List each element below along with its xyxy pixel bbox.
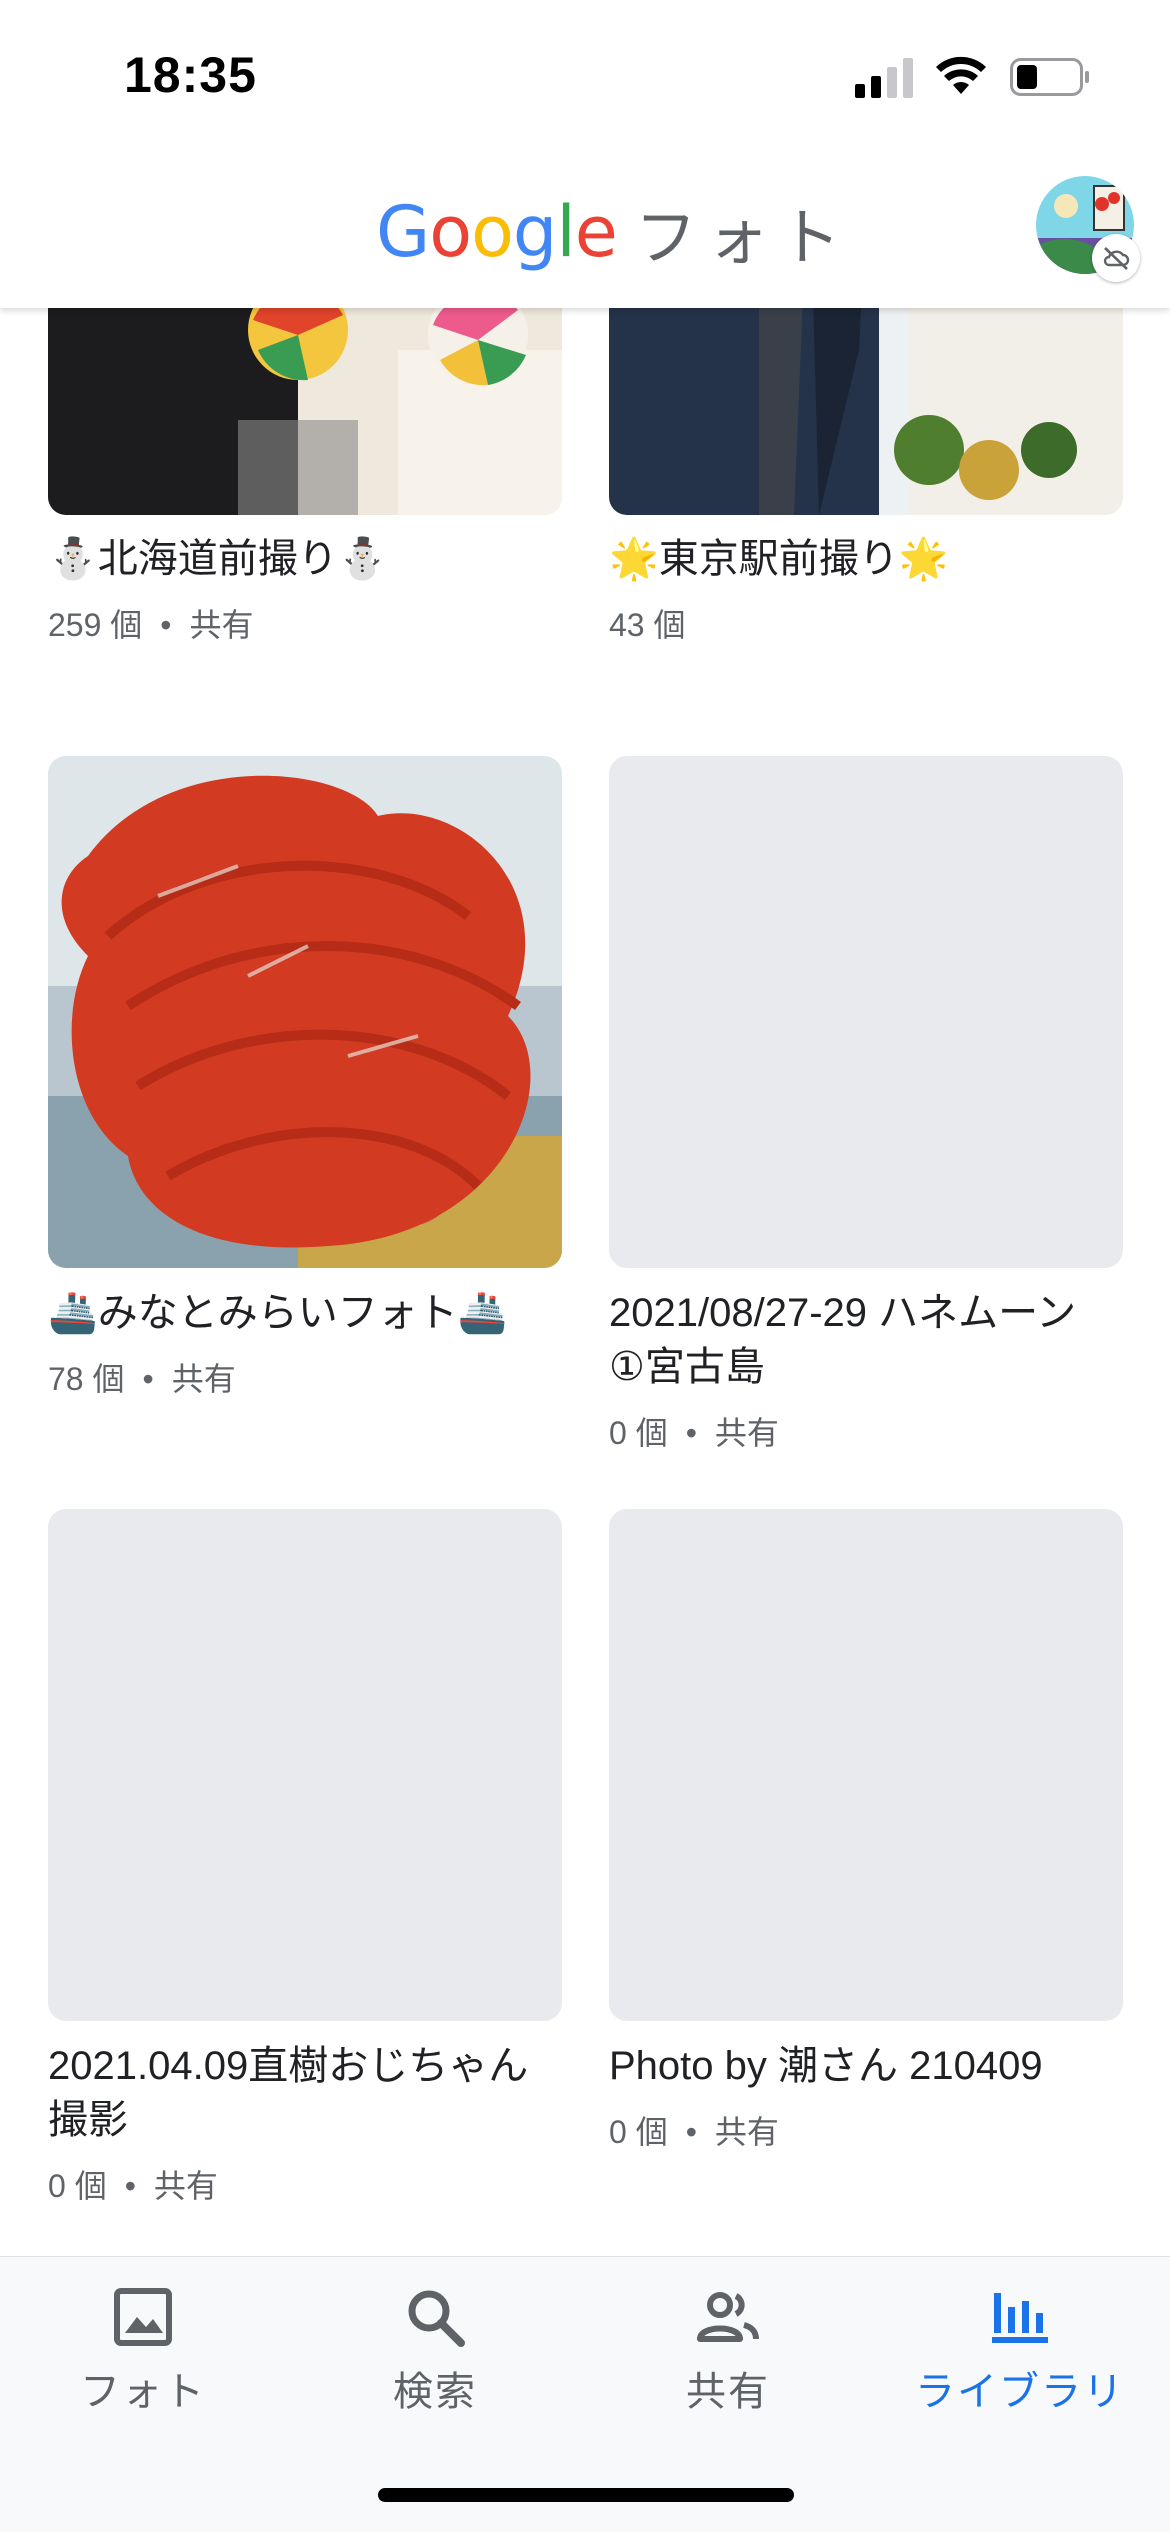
nav-label: ライブラリ (915, 2370, 1125, 2414)
album-title: Photo by 潮さん 210409 (609, 2044, 1043, 2088)
album-count: 259 個 (48, 607, 143, 643)
album-photo-minatomirai (48, 756, 562, 1268)
home-indicator[interactable] (378, 2488, 794, 2502)
nav-tab-library[interactable]: ライブラリ (900, 2285, 1140, 2425)
album-title: 2021/08/27-29 ハネムーン①宮古島 (609, 1291, 1077, 1389)
separator-dot: • (685, 2114, 697, 2150)
cellular-signal-icon (855, 58, 913, 98)
album-count: 0 個 (48, 2168, 107, 2204)
shared-label: 共有 (714, 2114, 779, 2150)
separator-dot: • (124, 2168, 136, 2204)
album-meta: 0 個 • 共有 (609, 2107, 779, 2153)
photo-icon (114, 2288, 172, 2346)
nav-tab-sharing[interactable]: 共有 (608, 2285, 848, 2425)
album-meta: 0 個 • 共有 (48, 2161, 218, 2207)
app-header: Google フォト (0, 150, 1170, 308)
google-photos-logo: Google フォト (376, 191, 851, 273)
album-thumbnail-placeholder[interactable] (609, 756, 1123, 1268)
album-meta: 43 個 (609, 600, 686, 646)
search-icon (408, 2290, 465, 2347)
album-title: 🚢みなとみらいフォト🚢 (48, 1291, 508, 1335)
album-title: ⛄北海道前撮り⛄ (48, 537, 388, 581)
nav-label: 共有 (686, 2370, 770, 2414)
nav-tab-search[interactable]: 検索 (315, 2285, 555, 2425)
battery-icon (1010, 58, 1089, 96)
album-count: 0 個 (609, 2114, 668, 2150)
album-thumbnail-placeholder[interactable] (609, 1509, 1123, 2021)
nav-label: フォト (80, 2370, 206, 2414)
shared-label: 共有 (189, 607, 254, 643)
album-count: 43 個 (609, 607, 686, 643)
nav-tab-photos[interactable]: フォト (23, 2285, 263, 2425)
shared-label: 共有 (714, 1415, 779, 1451)
separator-dot: • (160, 607, 172, 643)
album-card[interactable]: Photo by 潮さん 210409 0 個 • 共有 (609, 1509, 1123, 2150)
backup-off-badge[interactable] (1092, 234, 1140, 282)
album-count: 78 個 (48, 1361, 125, 1397)
album-meta: 78 個 • 共有 (48, 1354, 236, 1400)
album-meta: 0 個 • 共有 (609, 1408, 779, 1454)
separator-dot: • (685, 1415, 697, 1451)
nav-label: 検索 (393, 2370, 477, 2414)
cloud-off-icon (1103, 247, 1130, 270)
status-bar: 18:35 (0, 0, 1170, 150)
library-icon (992, 2293, 1048, 2343)
album-thumbnail-placeholder[interactable] (48, 1509, 562, 2021)
album-title: 🌟東京駅前撮り🌟 (609, 537, 949, 581)
shared-label: 共有 (171, 1361, 236, 1397)
google-photos-library-screen: 18:35 Google フォト ⛄北海道前撮り⛄ 259 個 • 共有 🌟東京… (0, 0, 1170, 2532)
shared-label: 共有 (153, 2168, 218, 2204)
album-thumbnail[interactable] (48, 756, 562, 1268)
google-wordmark: Google (376, 191, 618, 273)
album-meta: 259 個 • 共有 (48, 600, 254, 646)
album-card[interactable]: 🚢みなとみらいフォト🚢 78 個 • 共有 (48, 756, 562, 1436)
separator-dot: • (142, 1361, 154, 1397)
wifi-icon (936, 56, 986, 94)
status-time: 18:35 (124, 47, 257, 103)
album-card[interactable]: 2021.04.09直樹おじちゃん撮影 0 個 • 共有 (48, 1509, 562, 2209)
album-card[interactable]: 2021/08/27-29 ハネムーン①宮古島 0 個 • 共有 (609, 756, 1123, 1456)
people-icon (697, 2292, 759, 2342)
app-title: フォト (634, 204, 851, 273)
album-count: 0 個 (609, 1415, 668, 1451)
album-title: 2021.04.09直樹おじちゃん撮影 (48, 2044, 529, 2142)
